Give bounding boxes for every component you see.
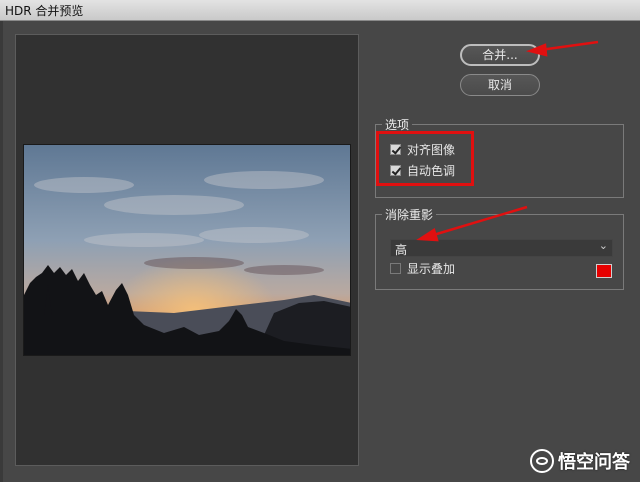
annotation-arrows xyxy=(416,40,599,242)
annotation-arrowhead-merge xyxy=(525,43,548,57)
annotation-arrow-level xyxy=(429,205,528,238)
watermark: 悟空问答 xyxy=(530,448,630,474)
watermark-text: 悟空问答 xyxy=(558,452,630,473)
annotation-arrowhead-level xyxy=(416,228,439,242)
wukong-logo-icon xyxy=(530,449,554,473)
annotation-arrow-merge xyxy=(539,40,599,52)
